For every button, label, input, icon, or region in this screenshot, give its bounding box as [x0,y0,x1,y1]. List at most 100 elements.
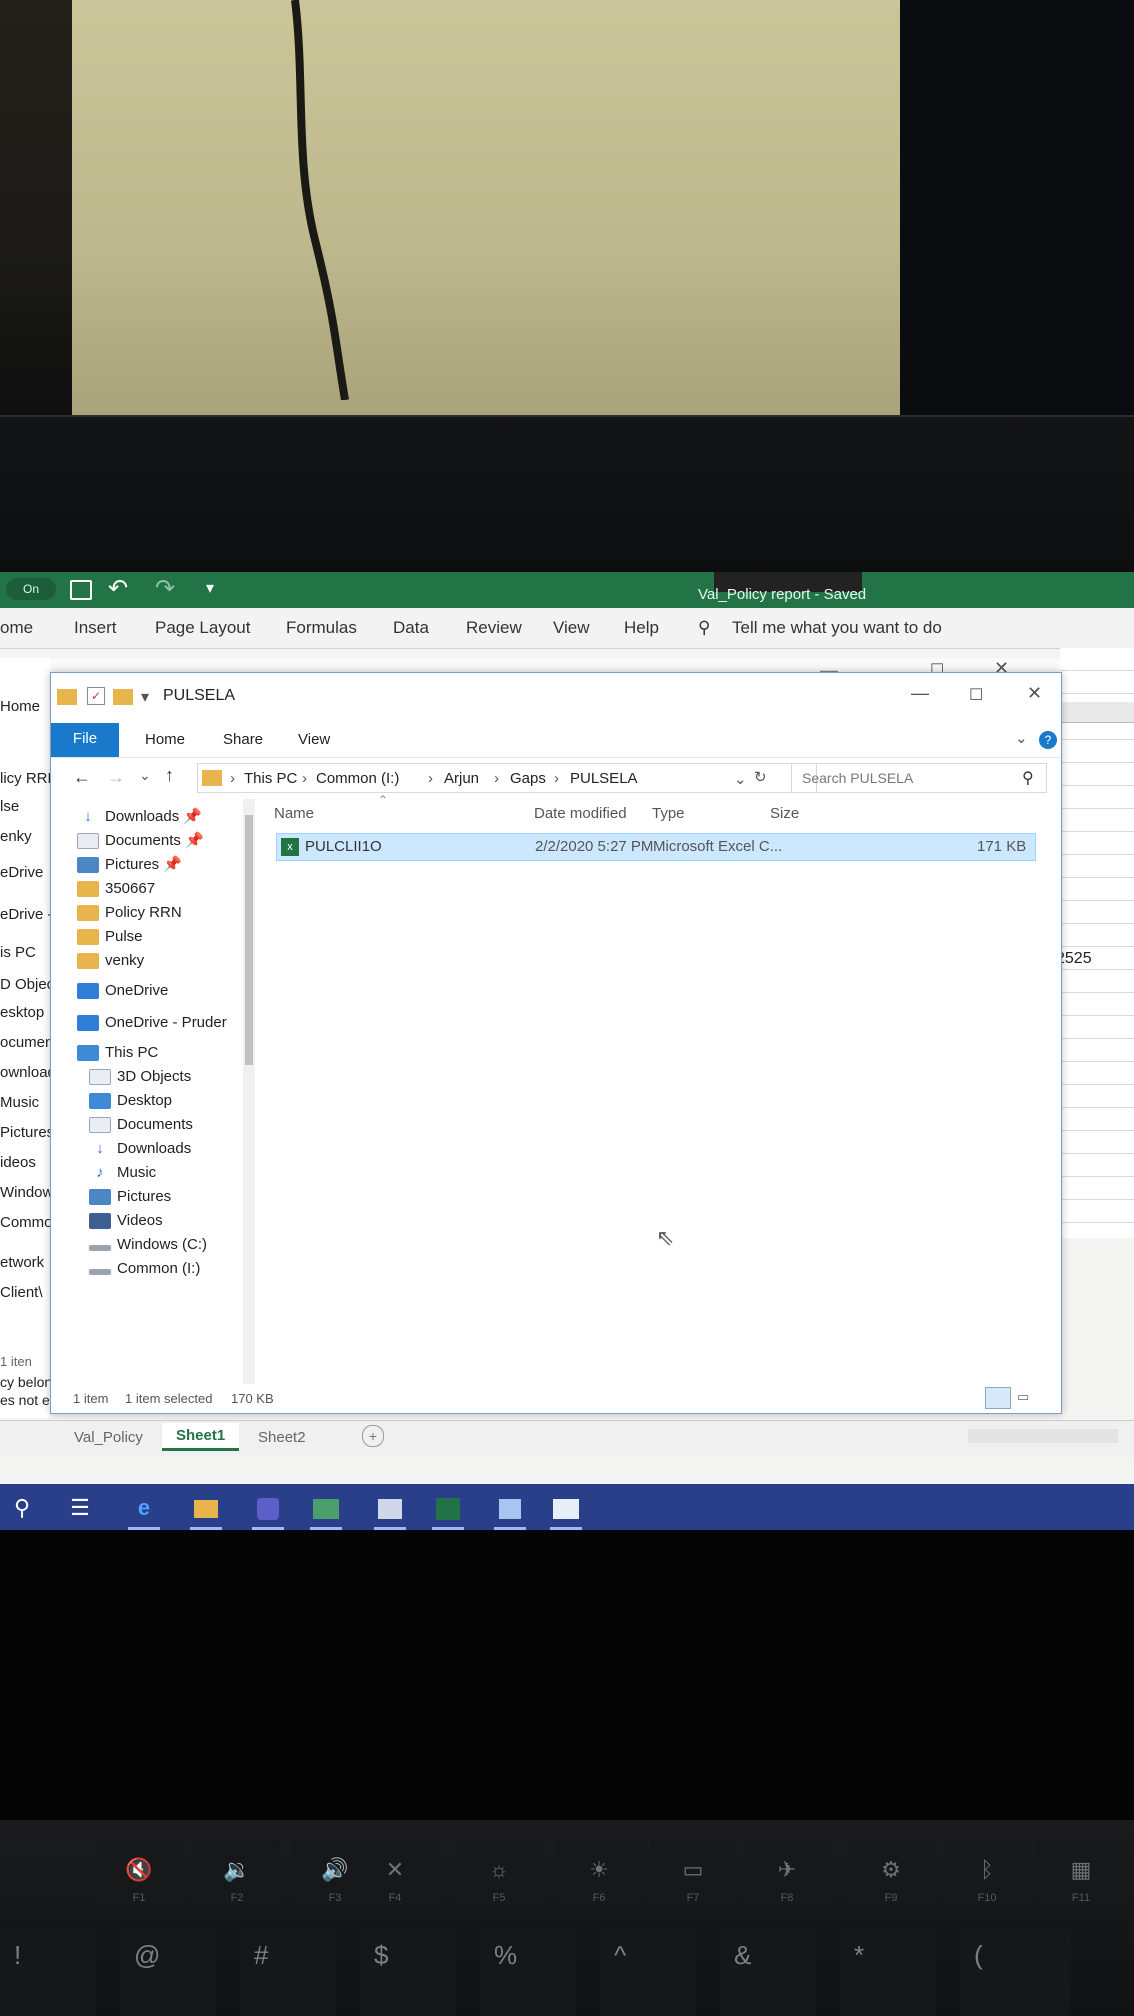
tab-view[interactable]: View [553,618,590,638]
tab-home[interactable]: ome [0,618,33,638]
nav-item-venky[interactable]: venky [77,949,144,973]
nav-item-pulse[interactable]: Pulse [77,925,143,949]
remote-desktop-icon[interactable] [546,1490,586,1530]
details-view-icon[interactable] [985,1387,1011,1409]
nav-item[interactable]: lse [0,798,19,815]
file-row[interactable]: x PULCLII1O 2/2/2020 5:27 PM Microsoft E… [276,833,1036,861]
search-icon[interactable]: ⚲ [1022,768,1034,788]
nav-item[interactable]: ownload [0,1064,50,1081]
add-sheet-button[interactable]: + [362,1425,384,1447]
new-folder-icon[interactable] [113,689,133,705]
refresh-icon[interactable]: ↻ [754,768,767,786]
redo-icon[interactable]: ↷ [155,574,175,603]
nav-item[interactable]: Windows ( [0,1184,50,1201]
nav-item-windows-c[interactable]: Windows (C:) [89,1233,207,1257]
key-3[interactable]: # [240,1930,336,2016]
maximize-button[interactable]: ☐ [969,685,983,705]
teams-icon[interactable] [248,1490,288,1530]
autosave-toggle[interactable]: On [6,578,56,600]
task-view-icon[interactable]: ☰ [60,1490,100,1526]
nav-item-3d-objects[interactable]: 3D Objects [89,1065,191,1089]
tab-review[interactable]: Review [466,618,522,638]
key-1[interactable]: ! [0,1930,96,2016]
nav-item[interactable]: Common [0,1214,50,1231]
nav-scrollbar-thumb[interactable] [245,815,253,1065]
nav-item-music[interactable]: ♪ Music [89,1161,156,1185]
tab-data[interactable]: Data [393,618,429,638]
key-6[interactable]: ^ [600,1930,696,2016]
nav-item[interactable]: eDrive [0,864,43,881]
tab-view[interactable]: View [298,731,330,748]
nav-item[interactable]: enky [0,828,32,845]
notes-icon[interactable] [490,1490,530,1530]
sheet-tab-val-policy[interactable]: Val_Policy [74,1429,143,1446]
recent-locations-icon[interactable]: ⌄ [139,767,151,784]
tab-page-layout[interactable]: Page Layout [155,618,250,638]
nav-item-documents-pc[interactable]: Documents [89,1113,193,1137]
nav-item[interactable]: Pictures [0,1124,50,1141]
tab-help[interactable]: Help [624,618,659,638]
key-9[interactable]: ( [960,1930,1070,2016]
nav-item-documents[interactable]: Documents 📌 [77,829,204,853]
address-bar[interactable]: › This PC › Common (I:) › Arjun › Gaps ›… [197,763,817,793]
save-icon[interactable] [70,580,92,600]
back-arrow-icon[interactable]: ← [73,767,91,788]
nav-item[interactable]: ideos [0,1154,36,1171]
column-header-date[interactable]: Date modified [534,805,627,822]
column-header-size[interactable]: Size [770,805,799,822]
key-4[interactable]: $ [360,1930,456,2016]
nav-item-policy-rrn[interactable]: Policy RRN [77,901,182,925]
nav-item-downloads-pc[interactable]: ↓ Downloads [89,1137,191,1161]
tell-me-box[interactable]: Tell me what you want to do [732,618,942,638]
minimize-button[interactable]: — [911,683,929,704]
nav-item[interactable]: Client\ [0,1284,43,1301]
crumb-common[interactable]: Common (I:) [316,770,399,787]
app-icon[interactable] [370,1490,410,1530]
crumb-arjun[interactable]: Arjun [444,770,479,787]
crumb-pulsela[interactable]: PULSELA [570,770,638,787]
large-icons-view-icon[interactable]: ▭ [1017,1389,1029,1405]
nav-item[interactable]: eDrive - F [0,906,50,923]
nav-item-350667[interactable]: 350667 [77,877,155,901]
key-f10[interactable]: ᛒ F10 [944,1840,1030,1908]
undo-icon[interactable]: ↶ [108,574,128,603]
key-f1[interactable]: 🔇 F1 [96,1840,182,1908]
sheet-tab-sheet2[interactable]: Sheet2 [258,1429,306,1446]
crumb-gaps[interactable]: Gaps [510,770,546,787]
nav-item[interactable]: Music [0,1094,39,1111]
tab-file[interactable]: File [51,723,119,757]
crumb-this-pc[interactable]: This PC [244,770,297,787]
key-5[interactable]: % [480,1930,576,2016]
file-explorer-icon[interactable] [186,1490,226,1530]
key-f11[interactable]: ▦ F11 [1036,1840,1126,1908]
edge-icon[interactable]: e [124,1490,164,1530]
key-f5[interactable]: ☼ F5 [456,1840,542,1908]
expand-ribbon-icon[interactable]: ⌄ [1015,729,1028,747]
up-arrow-icon[interactable]: ↑ [165,765,174,786]
excel-worksheet-grid[interactable] [1060,648,1134,1238]
key-f2[interactable]: 🔉 F2 [194,1840,280,1908]
nav-item[interactable]: esktop [0,1004,44,1021]
nav-item[interactable]: licy RRN [0,770,50,787]
key-f6[interactable]: ☀ F6 [556,1840,642,1908]
forward-arrow-icon[interactable]: → [107,767,125,788]
nav-home-label[interactable]: Home [0,698,40,715]
nav-item-videos[interactable]: Videos [89,1209,163,1233]
key-7[interactable]: & [720,1930,816,2016]
nav-item[interactable]: ocument [0,1034,50,1051]
key-8[interactable]: * [840,1930,936,2016]
nav-item[interactable]: is PC [0,944,36,961]
tab-home[interactable]: Home [145,731,185,748]
help-icon[interactable]: ? [1039,731,1057,749]
nav-item[interactable]: etwork [0,1254,44,1271]
tab-share[interactable]: Share [223,731,263,748]
customize-qat-icon[interactable]: ▾ [206,578,214,598]
nav-item-onedrive-pruder[interactable]: OneDrive - Pruder [77,1011,227,1035]
close-button[interactable]: ✕ [1027,683,1042,704]
address-dropdown-icon[interactable]: ⌄ [734,770,747,788]
search-icon[interactable]: ⚲ [2,1490,42,1526]
tab-formulas[interactable]: Formulas [286,618,357,638]
key-f7[interactable]: ▭ F7 [650,1840,736,1908]
nav-item-this-pc[interactable]: This PC [77,1041,158,1065]
column-header-type[interactable]: Type [652,805,685,822]
